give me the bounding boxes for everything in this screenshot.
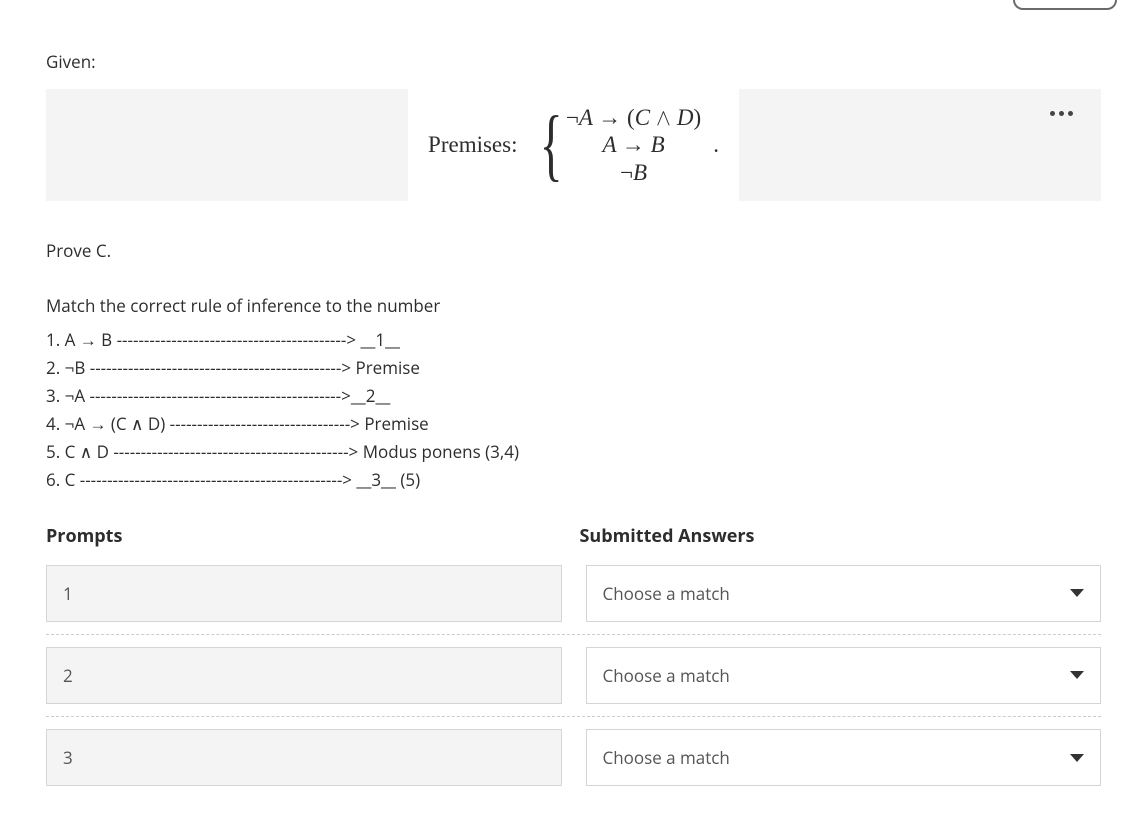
partial-button-outline [1013, 0, 1117, 10]
proof-step-6: 6. C -----------------------------------… [46, 466, 1101, 494]
answer-placeholder: Choose a match [603, 580, 730, 607]
answer-placeholder: Choose a match [603, 744, 730, 771]
proof-step-1: 1. A → B -------------------------------… [46, 326, 1101, 354]
match-row: 1 Choose a match [46, 565, 1101, 622]
given-label: Given: [46, 48, 1101, 75]
prompt-box-3: 3 [46, 729, 562, 786]
question-body: Given: Premises: { ¬A → (C ∧ D) A → B ¬B… [0, 48, 1147, 816]
instruction-text: Match the correct rule of inference to t… [46, 292, 1101, 319]
answers-header: Submitted Answers [568, 522, 1102, 551]
premise-line-2: A → B [602, 131, 664, 159]
left-brace: { [539, 105, 562, 185]
proof-step-3: 3. ¬A ----------------------------------… [46, 382, 1101, 410]
match-headers: Prompts Submitted Answers [46, 522, 1101, 551]
premise-line-1: ¬A → (C ∧ D) [566, 104, 701, 132]
row-divider [46, 716, 1101, 717]
prompts-header: Prompts [46, 522, 568, 551]
proof-step-4: 4. ¬A → (C ∧ D) ------------------------… [46, 410, 1101, 438]
chevron-down-icon [1070, 754, 1084, 762]
answer-select-1[interactable]: Choose a match [586, 565, 1102, 622]
answer-select-2[interactable]: Choose a match [586, 647, 1102, 704]
premises-label: Premises: [428, 127, 517, 164]
row-divider [46, 634, 1101, 635]
premises-container: Premises: { ¬A → (C ∧ D) A → B ¬B . [46, 89, 1101, 201]
period: . [713, 127, 719, 164]
premise-lines: ¬A → (C ∧ D) A → B ¬B [566, 104, 701, 187]
prompt-box-2: 2 [46, 647, 562, 704]
proof-step-5: 5. C ∧ D -------------------------------… [46, 438, 1101, 466]
answer-select-3[interactable]: Choose a match [586, 729, 1102, 786]
answer-placeholder: Choose a match [603, 662, 730, 689]
premise-line-3: ¬B [620, 159, 647, 187]
chevron-down-icon [1070, 671, 1084, 679]
premises-math: Premises: { ¬A → (C ∧ D) A → B ¬B . [408, 89, 739, 201]
proof-step-2: 2. ¬B ----------------------------------… [46, 354, 1101, 382]
prove-label: Prove C. [46, 237, 1101, 264]
match-row: 2 Choose a match [46, 647, 1101, 704]
match-row: 3 Choose a match [46, 729, 1101, 786]
prompt-box-1: 1 [46, 565, 562, 622]
chevron-down-icon [1070, 589, 1084, 597]
more-options-icon[interactable] [1050, 111, 1073, 116]
